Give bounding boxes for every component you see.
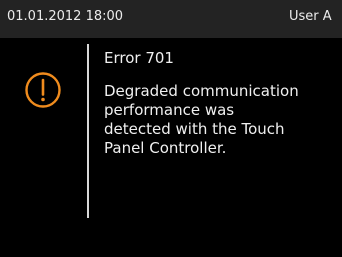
current-user[interactable]: User A [289, 9, 332, 25]
error-code-title: Error 701 [104, 49, 174, 67]
vertical-divider [87, 44, 89, 218]
error-message-line: Panel Controller. [104, 139, 227, 157]
error-message-line: detected with the Touch [104, 120, 285, 138]
status-datetime: 01.01.2012 18:00 [7, 9, 124, 24]
error-message-line: Degraded communication [104, 82, 299, 100]
status-bar: 01.01.2012 18:00 User A [0, 0, 342, 38]
error-message: Degraded communication performance was d… [104, 82, 336, 158]
error-message-line: performance was [104, 101, 235, 119]
warning-exclamation-icon [25, 72, 61, 108]
